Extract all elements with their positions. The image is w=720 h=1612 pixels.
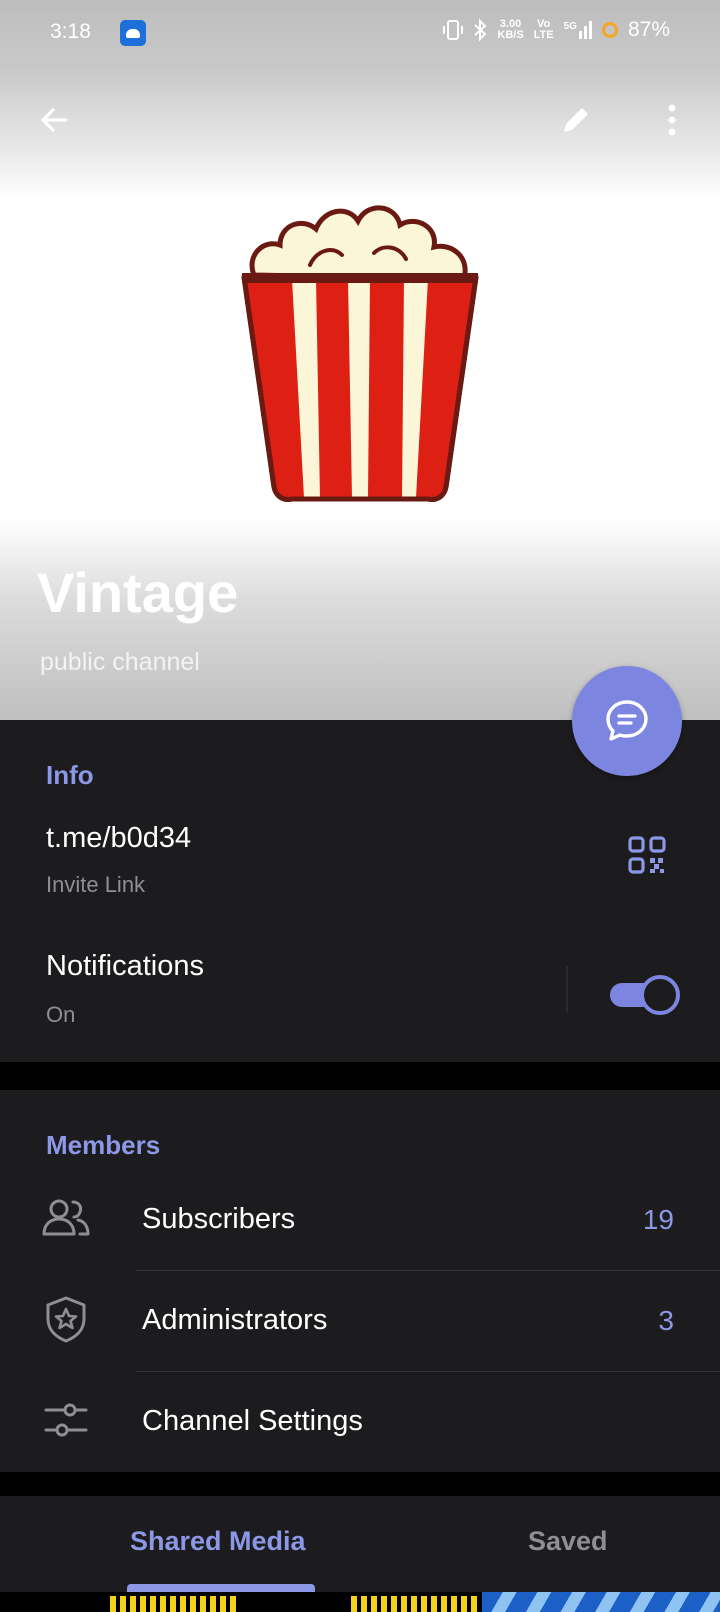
notifications-status: On <box>46 1002 76 1027</box>
shield-star-icon <box>46 1296 86 1343</box>
notifications-toggle[interactable] <box>610 974 680 1015</box>
arrow-left-icon <box>41 108 68 132</box>
volte-indicator: Vo LTE <box>534 19 554 41</box>
qr-code-icon <box>628 836 666 874</box>
media-thumbnail[interactable] <box>0 1592 238 1612</box>
media-thumbnail[interactable] <box>241 1592 479 1612</box>
notifications-row[interactable]: Notifications On <box>0 930 720 1040</box>
volte-bottom: LTE <box>533 29 554 41</box>
discuss-fab[interactable] <box>572 666 682 776</box>
channel-avatar-popcorn <box>241 205 479 502</box>
back-button[interactable] <box>26 92 82 148</box>
subscribers-row[interactable]: Subscribers 19 <box>0 1170 720 1270</box>
channel-settings-row[interactable]: Channel Settings <box>0 1372 720 1472</box>
network-type: 5G <box>563 21 577 32</box>
chat-bubble-icon <box>606 700 648 741</box>
channel-title: Vintage <box>37 561 239 624</box>
tab-saved[interactable]: Saved <box>528 1526 608 1557</box>
members-header: Members <box>46 1130 161 1160</box>
qr-code-button[interactable] <box>622 830 672 880</box>
status-right: 3.00 KB/S Vo LTE 5G 87% <box>443 18 670 42</box>
status-time: 3:18 <box>50 20 91 43</box>
media-tabs: Shared Media Saved <box>0 1496 720 1592</box>
status-bar: 3:18 3.00 KB/S Vo LTE 5G 87% <box>0 0 720 68</box>
signal-icon: 5G <box>564 21 592 39</box>
edit-button[interactable] <box>548 92 604 148</box>
active-tab-indicator <box>127 1584 315 1592</box>
sliders-icon <box>44 1403 88 1437</box>
row-divider-vertical <box>566 966 568 1012</box>
shared-media-grid <box>0 1592 720 1612</box>
battery-icon <box>601 22 618 38</box>
invite-link: t.me/b0d34 <box>46 822 192 854</box>
members-section: Members Subscribers 19 Administrators 3 … <box>0 1090 720 1472</box>
bluetooth-icon <box>474 18 487 42</box>
people-icon <box>42 1199 90 1236</box>
channel-settings-label: Channel Settings <box>142 1405 363 1437</box>
media-thumbnail[interactable] <box>482 1592 720 1612</box>
invite-link-row[interactable]: t.me/b0d34 Invite Link <box>0 800 720 910</box>
app-notification-icon <box>120 20 146 46</box>
tab-shared-media[interactable]: Shared Media <box>130 1526 306 1557</box>
net-speed-unit: KB/S <box>497 29 524 41</box>
vibrate-icon <box>443 20 464 40</box>
channel-type: public channel <box>40 648 200 676</box>
more-vertical-icon <box>668 104 676 136</box>
administrators-label: Administrators <box>142 1304 328 1336</box>
more-options-button[interactable] <box>644 92 700 148</box>
administrators-row[interactable]: Administrators 3 <box>0 1271 720 1371</box>
net-speed: 3.00 KB/S <box>497 19 523 41</box>
pencil-icon <box>564 108 588 132</box>
administrators-count: 3 <box>658 1305 674 1336</box>
subscribers-count: 19 <box>642 1204 674 1235</box>
subscribers-label: Subscribers <box>142 1203 296 1235</box>
invite-link-label: Invite Link <box>46 872 146 897</box>
notifications-label: Notifications <box>46 950 204 982</box>
battery-percent: 87% <box>627 18 670 41</box>
info-header: Info <box>46 760 94 790</box>
